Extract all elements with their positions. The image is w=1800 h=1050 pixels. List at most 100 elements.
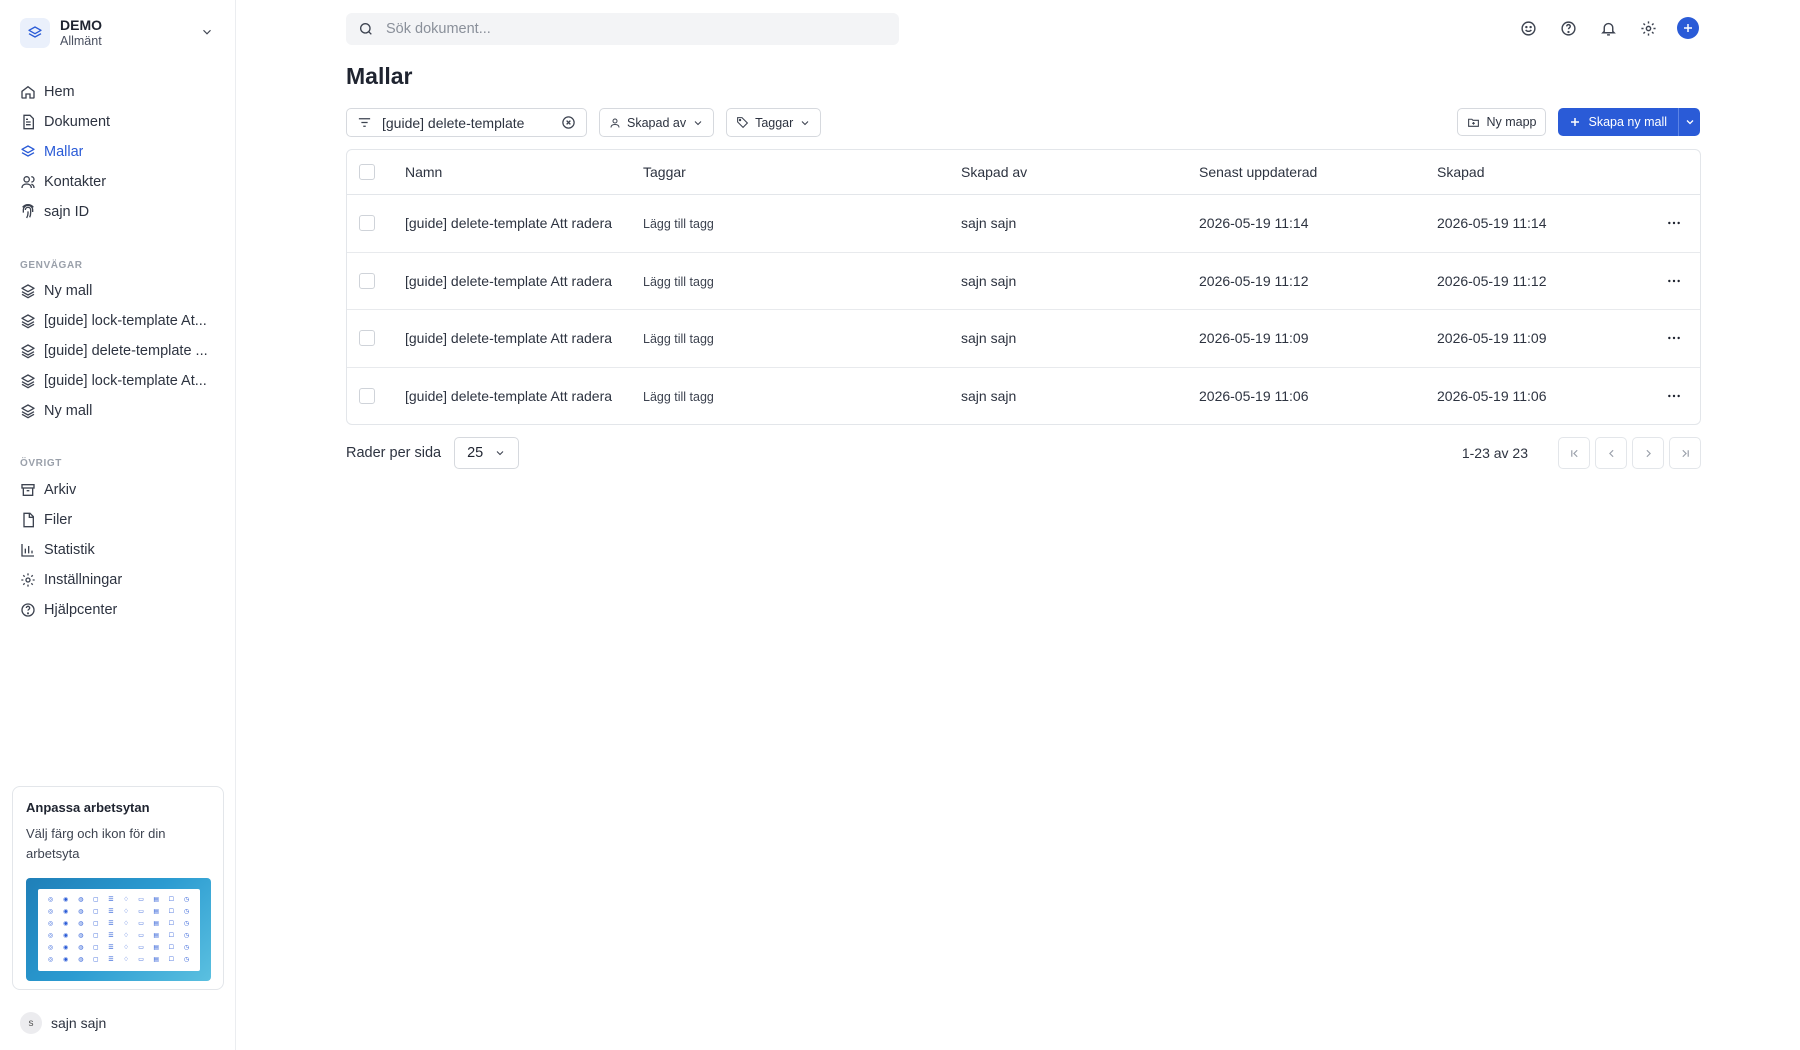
file-icon — [20, 512, 36, 528]
row-name[interactable]: [guide] delete-template Att radera — [405, 388, 643, 404]
more-horizontal-icon[interactable] — [1649, 215, 1699, 231]
table-row[interactable]: [guide] delete-template Att radera Lägg … — [347, 195, 1700, 253]
add-tag-link[interactable]: Lägg till tagg — [643, 275, 714, 289]
grid-icon: ◷ — [183, 945, 190, 952]
other-nav: Arkiv Filer Statistik Inställningar Hjäl… — [20, 475, 216, 625]
row-name[interactable]: [guide] delete-template Att radera — [405, 330, 643, 346]
chevron-down-icon[interactable] — [200, 25, 214, 39]
last-page-button[interactable] — [1669, 437, 1701, 469]
grid-icon: ♢ — [123, 896, 129, 903]
nav-label: Mallar — [44, 144, 84, 160]
search-bar[interactable] — [346, 13, 899, 45]
table-row[interactable]: [guide] delete-template Att radera Lägg … — [347, 310, 1700, 368]
avatar: s — [20, 1012, 42, 1034]
nav-item-dokument[interactable]: Dokument — [20, 107, 216, 137]
next-page-button[interactable] — [1632, 437, 1664, 469]
create-template-dropdown[interactable] — [1678, 108, 1700, 136]
grid-icon: ▭ — [138, 920, 144, 927]
shortcut-item[interactable]: [guide] lock-template At... — [20, 306, 216, 336]
help-circle-icon — [20, 602, 36, 618]
grid-icon: ☐ — [168, 957, 175, 964]
nav-item-mallar[interactable]: Mallar — [20, 137, 216, 167]
row-created-by: sajn sajn — [961, 215, 1017, 232]
grid-icon: ◉ — [63, 896, 69, 903]
more-horizontal-icon[interactable] — [1649, 388, 1699, 404]
more-horizontal-icon[interactable] — [1649, 330, 1699, 346]
smiley-icon[interactable] — [1516, 16, 1540, 40]
icon-grid-preview: ◎ ◉ ◍ ▢ ☰ ♢ ▭ ▤ ☐ ◷ ◎ ◉ ◍ ▢ ☰ ♢ ▭ ▤ ☐ ◷ ◎ ◉ ◍ ▢ ☰ ♢ ▭ ▤ ☐ ◷ ◎ ◉ ◍ ▢ ☰ ♢ ▭ ▤ ☐ ◷… — [26, 878, 211, 981]
add-icon[interactable] — [1676, 16, 1700, 40]
select-all-checkbox[interactable] — [359, 164, 375, 180]
chevrons-right-bar-icon — [1679, 447, 1692, 460]
nav-item-sajn-id[interactable]: sajn ID — [20, 197, 216, 227]
table-row[interactable]: [guide] delete-template Att radera Lägg … — [347, 368, 1700, 425]
add-tag-link[interactable]: Lägg till tagg — [643, 332, 714, 346]
row-name[interactable]: [guide] delete-template Att radera — [405, 273, 643, 289]
card-title: Anpassa arbetsytan — [26, 800, 150, 815]
nav-label: Hjälpcenter — [44, 602, 118, 618]
grid-icon: ☰ — [108, 908, 114, 915]
header-created[interactable]: Skapad — [1437, 164, 1649, 180]
grid-icon: ◎ — [47, 920, 54, 927]
filter-query: [guide] delete-template — [382, 114, 525, 131]
layers-icon — [20, 343, 36, 359]
header-name[interactable]: Namn — [405, 164, 643, 180]
row-name[interactable]: [guide] delete-template Att radera — [405, 215, 643, 231]
user-menu[interactable]: s sajn sajn — [20, 1012, 106, 1034]
tags-filter[interactable]: Taggar — [726, 108, 822, 137]
nav-item-filer[interactable]: Filer — [20, 505, 216, 535]
prev-page-button[interactable] — [1595, 437, 1627, 469]
shortcut-item[interactable]: [guide] lock-template At... — [20, 366, 216, 396]
clear-circle-icon[interactable] — [561, 115, 576, 130]
grid-icon: ☐ — [168, 933, 175, 940]
row-checkbox[interactable] — [359, 272, 375, 289]
grid-icon: ▭ — [138, 957, 144, 964]
chevron-right-icon — [1642, 447, 1655, 460]
row-checkbox[interactable] — [359, 215, 375, 232]
more-horizontal-icon[interactable] — [1649, 273, 1699, 289]
nav-item-arkiv[interactable]: Arkiv — [20, 475, 216, 505]
shortcut-item[interactable]: Ny mall — [20, 276, 216, 306]
created-by-filter[interactable]: Skapad av — [599, 108, 715, 137]
table-header: Namn Taggar Skapad av Senast uppdaterad … — [347, 150, 1700, 195]
create-template-button[interactable]: Skapa ny mall — [1558, 108, 1678, 136]
grid-icon: ♢ — [123, 933, 129, 940]
header-created-by[interactable]: Skapad av — [961, 164, 1199, 180]
nav-item-installningar[interactable]: Inställningar — [20, 565, 216, 595]
grid-icon: ▭ — [138, 896, 144, 903]
grid-icon: ☐ — [168, 945, 175, 952]
workspace-switcher[interactable]: DEMO Allmänt — [20, 16, 216, 50]
first-page-button[interactable] — [1558, 437, 1590, 469]
layers-icon — [20, 313, 36, 329]
row-checkbox[interactable] — [359, 388, 375, 405]
bell-icon[interactable] — [1596, 16, 1620, 40]
new-folder-button[interactable]: Ny mapp — [1457, 108, 1547, 136]
customize-workspace-card[interactable]: Anpassa arbetsytan Välj färg och ikon fö… — [12, 786, 224, 990]
shortcut-item[interactable]: [guide] delete-template ... — [20, 336, 216, 366]
document-icon — [20, 114, 36, 130]
nav-item-kontakter[interactable]: Kontakter — [20, 167, 216, 197]
header-tags: Taggar — [643, 164, 686, 180]
rows-per-page-label: Rader per sida — [346, 445, 442, 461]
nav-item-statistik[interactable]: Statistik — [20, 535, 216, 565]
grid-icon: ☰ — [108, 920, 114, 927]
header-updated[interactable]: Senast uppdaterad — [1199, 164, 1437, 180]
add-tag-link[interactable]: Lägg till tagg — [643, 217, 714, 231]
grid-icon: ▢ — [93, 908, 99, 915]
row-created-by: sajn sajn — [961, 388, 1017, 405]
add-tag-link[interactable]: Lägg till tagg — [643, 390, 714, 404]
pagination: Rader per sida 25 1-23 av 23 — [346, 436, 1701, 470]
row-checkbox[interactable] — [359, 330, 375, 347]
nav-item-hem[interactable]: Hem — [20, 77, 216, 107]
grid-icon: ▤ — [153, 908, 160, 915]
gear-icon[interactable] — [1636, 16, 1660, 40]
row-created: 2026-05-19 11:12 — [1437, 272, 1547, 289]
layers-icon — [20, 403, 36, 419]
rows-per-page-select[interactable]: 25 — [454, 437, 520, 469]
shortcut-item[interactable]: Ny mall — [20, 396, 216, 426]
nav-item-hjalpcenter[interactable]: Hjälpcenter — [20, 595, 216, 625]
filter-search-field[interactable]: [guide] delete-template — [346, 108, 587, 137]
help-icon[interactable] — [1556, 16, 1580, 40]
table-row[interactable]: [guide] delete-template Att radera Lägg … — [347, 253, 1700, 310]
search-input[interactable] — [386, 21, 866, 37]
